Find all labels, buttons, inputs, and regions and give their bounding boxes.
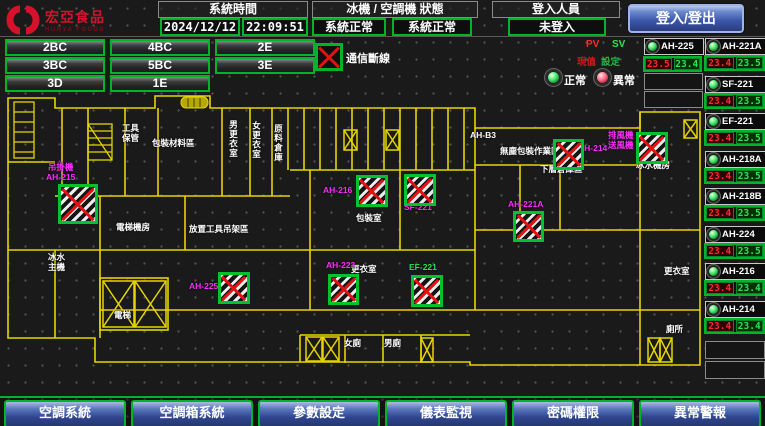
nav-button-alarms[interactable]: 異常警報 xyxy=(639,400,761,426)
room-label: 包裝室 xyxy=(356,214,382,224)
nav-button-ac-system[interactable]: 空調系統 xyxy=(4,400,126,426)
room-label: 無塵包裝作業區 xyxy=(500,147,560,157)
room-label: 包裝材料區 xyxy=(152,139,195,149)
nav-button-password[interactable]: 密碼權限 xyxy=(512,400,634,426)
room-label: 工具 保管 xyxy=(122,124,139,143)
floor-plan xyxy=(0,0,765,426)
room-label: 男更衣室 xyxy=(228,120,238,158)
scada-screen: 宏亞食品 HUNYA FOODS 系統時間 2024/12/12 22:09:5… xyxy=(0,0,765,426)
disconnected-device-icon[interactable] xyxy=(553,139,584,170)
bottom-nav: 空調系統 空調箱系統 參數設定 儀表監視 密碼權限 異常警報 xyxy=(0,396,765,426)
room-label: 女更衣室 xyxy=(251,121,261,159)
room-label: 更衣室 xyxy=(664,267,690,277)
disconnected-device-icon[interactable] xyxy=(636,132,668,164)
disconnected-device-icon[interactable] xyxy=(411,275,443,307)
device-label: AH-216 xyxy=(323,186,352,196)
room-label: 廁所 xyxy=(666,325,683,335)
device-label: EF-221 xyxy=(409,263,437,273)
room-label: 放置工具吊架區 xyxy=(189,225,249,235)
room-label: 男廁 xyxy=(384,339,401,349)
disconnected-device-icon[interactable] xyxy=(58,184,98,224)
device-label: AH-223 xyxy=(326,261,355,271)
disconnected-device-icon[interactable] xyxy=(513,211,544,242)
device-label: AH-225 xyxy=(189,282,218,292)
disconnected-device-icon[interactable] xyxy=(404,174,436,206)
room-label: 原料倉庫 xyxy=(273,124,283,162)
room-label: 電梯機房 xyxy=(116,223,150,233)
nav-button-ahu-system[interactable]: 空調箱系統 xyxy=(131,400,253,426)
room-label: 冰水 主機 xyxy=(48,253,65,272)
device-label: 排風機 送風機 xyxy=(608,131,634,151)
disconnected-device-icon[interactable] xyxy=(328,274,359,305)
room-label: 電梯 xyxy=(114,311,131,321)
nav-button-parameters[interactable]: 參數設定 xyxy=(258,400,380,426)
room-label: 女廁 xyxy=(344,339,361,349)
device-label: AH-221A xyxy=(508,200,543,210)
disconnected-device-icon[interactable] xyxy=(218,272,250,304)
nav-button-instruments[interactable]: 儀表監視 xyxy=(385,400,507,426)
room-label: AH-B3 xyxy=(470,131,496,141)
device-label: 吊掛機 AH-215 xyxy=(46,163,75,183)
disconnected-device-icon[interactable] xyxy=(356,175,388,207)
